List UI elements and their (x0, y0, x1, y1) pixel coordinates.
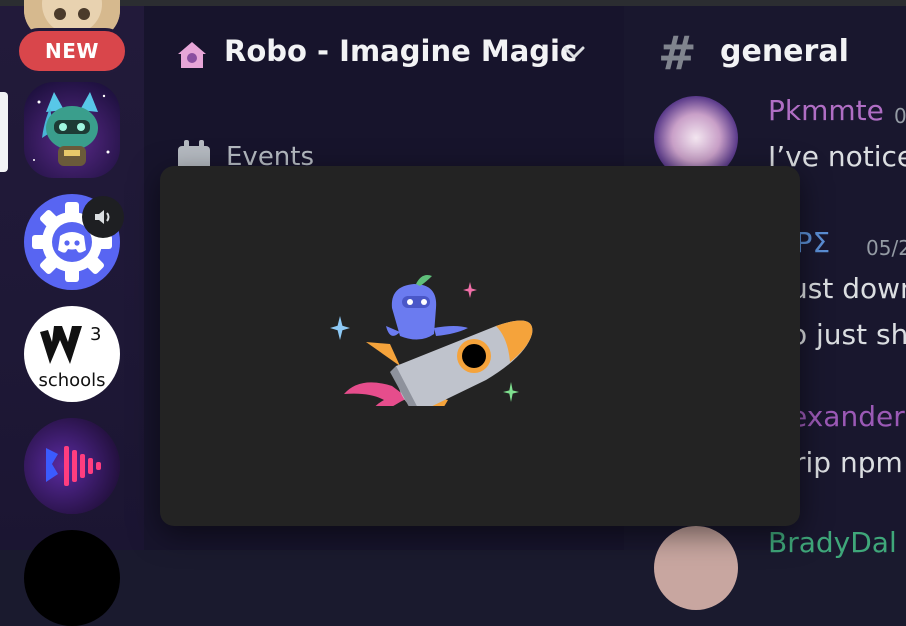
message-text: rip npm (794, 446, 903, 479)
new-badge: NEW (16, 28, 128, 74)
chat-header: # general (624, 6, 906, 96)
selected-server-pill (0, 92, 8, 172)
rocket-clyde-icon (330, 275, 533, 406)
message-timestamp: 05/2 (866, 236, 906, 260)
server-dark[interactable] (24, 530, 120, 626)
robot-cat-avatar-icon (24, 82, 120, 178)
message-text: ust down (790, 272, 906, 305)
w3schools-logo-icon: 3 schools (38, 324, 105, 391)
svg-text:schools: schools (38, 370, 105, 391)
message-author[interactable]: exander (790, 400, 905, 433)
server-rail: NEW 3 schools (0, 0, 144, 626)
server-robo-imagine-magic[interactable] (24, 82, 120, 178)
loading-modal (160, 166, 800, 526)
voice-speaker-icon (82, 196, 124, 238)
chevron-down-icon[interactable] (562, 44, 586, 62)
guild-name: Robo - Imagine Magic (224, 34, 578, 68)
message-author[interactable]: BradyDal (768, 526, 897, 559)
avatar[interactable] (654, 526, 738, 610)
channel-name: general (720, 34, 849, 69)
message-text: o just sha (790, 318, 906, 351)
server-w3schools[interactable]: 3 schools (24, 306, 120, 402)
message-author[interactable]: Pkmmte (768, 94, 884, 127)
audio-waveform-icon (24, 418, 120, 514)
server-audio[interactable] (24, 418, 120, 514)
message-timestamp: 0 (894, 104, 906, 128)
hashtag-icon: # (658, 26, 697, 80)
svg-text:3: 3 (90, 324, 101, 345)
community-house-icon (178, 42, 206, 68)
guild-header[interactable]: Robo - Imagine Magic (144, 6, 624, 96)
